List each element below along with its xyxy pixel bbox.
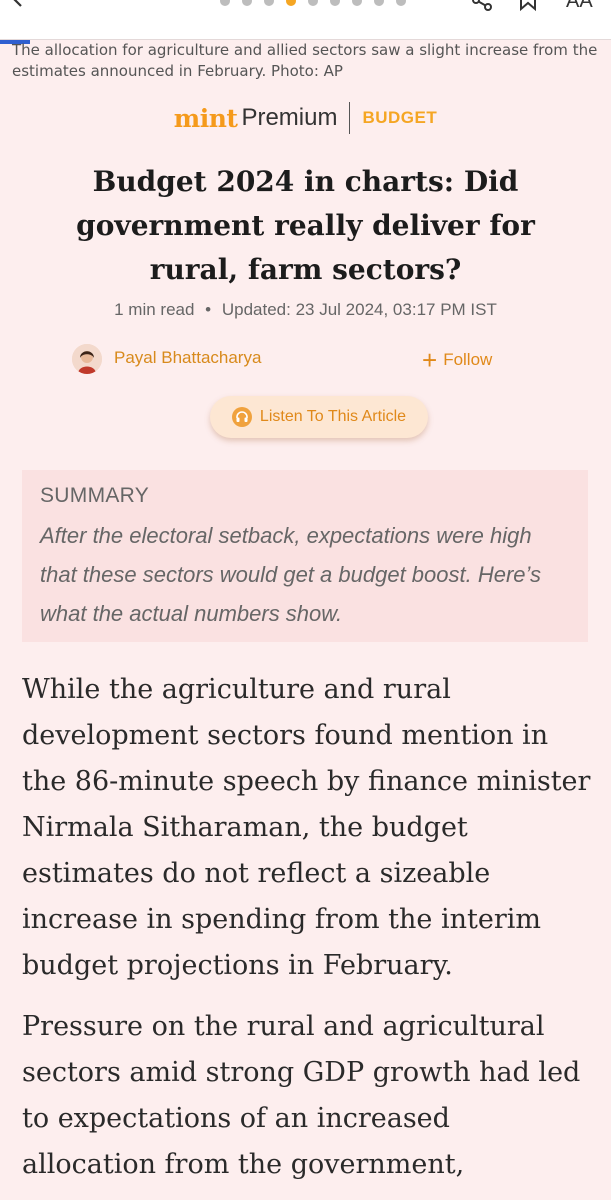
section-label[interactable]: BUDGET — [362, 108, 437, 128]
text-size-icon[interactable]: AA — [566, 0, 593, 13]
author-row: Payal Bhattacharya + Follow — [72, 342, 512, 378]
indicator-dot — [242, 0, 252, 6]
brand-header: mint Premium BUDGET — [0, 102, 611, 134]
indicator-dot — [396, 0, 406, 6]
premium-label: Premium — [241, 104, 338, 131]
indicator-dot — [220, 0, 230, 6]
summary-label: SUMMARY — [40, 484, 150, 507]
indicator-dot-active — [286, 0, 296, 6]
avatar-image-icon — [72, 344, 102, 374]
listen-article-button[interactable]: Listen To This Article — [210, 396, 428, 438]
author-name-link[interactable]: Payal Bhattacharya — [114, 348, 261, 368]
listen-label: Listen To This Article — [259, 408, 407, 425]
indicator-dot — [308, 0, 318, 6]
top-app-bar: AA — [0, 0, 611, 40]
plus-icon: + — [422, 345, 438, 375]
meta-separator: • — [205, 300, 212, 319]
summary-box: SUMMARY After the electoral setback, exp… — [22, 470, 588, 642]
follow-button[interactable]: + Follow — [422, 344, 492, 376]
updated-timestamp: Updated: 23 Jul 2024, 03:17 PM IST — [221, 300, 497, 319]
author-avatar[interactable] — [72, 344, 102, 374]
back-arrow-icon[interactable] — [6, 0, 30, 10]
summary-text: After the electoral setback, expectation… — [40, 523, 542, 626]
follow-label: Follow — [443, 350, 493, 369]
article-paragraph: Pressure on the rural and agricultural s… — [22, 1011, 581, 1180]
indicator-dot — [352, 0, 362, 6]
article-headline: Budget 2024 in charts: Did government re… — [76, 165, 535, 286]
page-indicator — [220, 0, 406, 6]
indicator-dot — [374, 0, 384, 6]
bookmark-icon[interactable] — [516, 0, 540, 12]
indicator-dot — [330, 0, 340, 6]
article-meta: 1 min read • Updated: 23 Jul 2024, 03:17… — [0, 300, 611, 320]
brand-divider — [349, 102, 351, 134]
read-time: 1 min read — [114, 300, 195, 319]
article-paragraph: While the agriculture and rural developm… — [22, 674, 591, 981]
indicator-dot — [264, 0, 274, 6]
headphones-icon — [231, 407, 252, 427]
mint-logo[interactable]: mint — [174, 104, 238, 133]
photo-caption: The allocation for agriculture and allie… — [12, 41, 598, 80]
share-icon[interactable] — [468, 0, 496, 12]
